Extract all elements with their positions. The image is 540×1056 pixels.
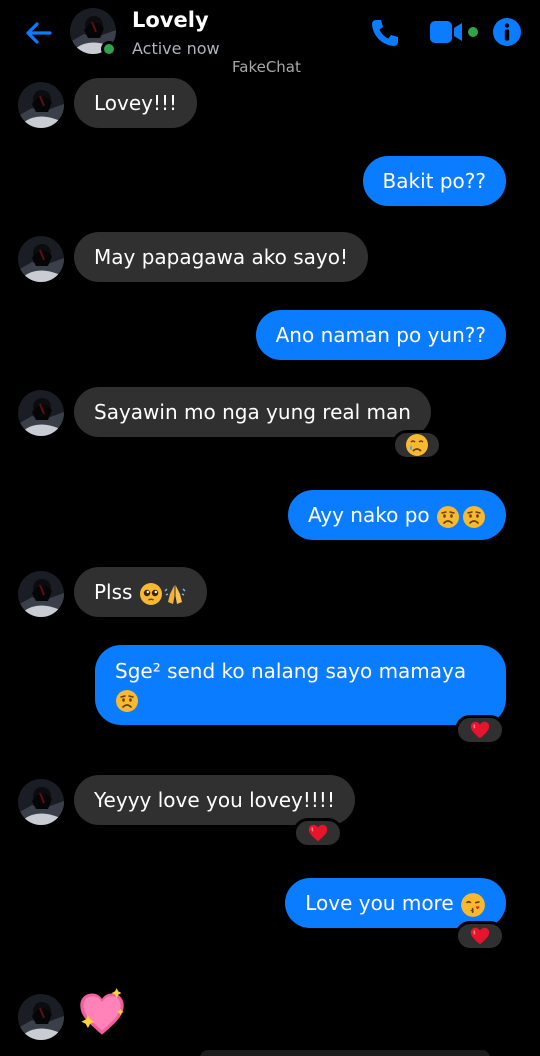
crying-face-icon	[405, 433, 429, 457]
cut-off-message	[200, 1050, 490, 1056]
online-indicator	[101, 41, 117, 57]
outgoing-message[interactable]: Bakit po??	[362, 156, 506, 206]
message-text: Lovey!!!	[94, 91, 178, 115]
worried-face-icon	[462, 505, 486, 529]
chat-header: Lovely Active now FakeChat	[0, 0, 540, 76]
back-arrow-icon[interactable]	[22, 16, 56, 50]
sender-avatar[interactable]	[18, 390, 64, 436]
message-reaction[interactable]	[293, 818, 343, 848]
message-reaction[interactable]	[455, 921, 505, 951]
worried-face-icon	[115, 689, 139, 713]
message-text: Plss	[94, 580, 133, 604]
worried-face-icon	[436, 505, 460, 529]
message-text: Ano naman po yun??	[275, 323, 486, 347]
contact-name[interactable]: Lovely	[132, 8, 209, 32]
phone-icon[interactable]	[368, 16, 402, 50]
pleading-face-icon	[139, 582, 163, 606]
folded-hands-icon	[163, 582, 187, 606]
sender-avatar[interactable]	[18, 571, 64, 617]
incoming-message[interactable]: May papagawa ako sayo!	[74, 232, 369, 282]
active-status: Active now	[132, 39, 220, 58]
message-text: Ayy nako po	[307, 503, 430, 527]
message-reaction[interactable]	[455, 715, 505, 745]
sparkling-heart-icon[interactable]	[76, 987, 128, 1039]
message-text: Yeyyy love you lovey!!!!	[94, 788, 335, 812]
incoming-message[interactable]: Sayawin mo nga yung real man	[74, 387, 431, 437]
sender-avatar[interactable]	[18, 779, 64, 825]
kissing-heart-face-icon	[460, 892, 486, 918]
outgoing-message[interactable]: Ayy nako po	[287, 490, 506, 540]
message-text: Sayawin mo nga yung real man	[94, 400, 411, 424]
red-heart-icon	[468, 925, 492, 947]
sender-avatar[interactable]	[18, 82, 64, 128]
video-call-icon[interactable]	[428, 18, 482, 46]
message-reaction[interactable]	[392, 430, 442, 460]
sender-avatar[interactable]	[18, 236, 64, 282]
incoming-message[interactable]: Plss	[74, 567, 207, 617]
sender-avatar[interactable]	[18, 994, 64, 1040]
message-text: Love you more	[305, 891, 454, 915]
red-heart-icon	[468, 719, 492, 741]
watermark: FakeChat	[232, 58, 301, 76]
red-heart-icon	[306, 822, 330, 844]
message-text: Sge² send ko nalang sayo mamaya	[115, 659, 467, 683]
outgoing-message[interactable]: Sge² send ko nalang sayo mamaya	[95, 645, 506, 725]
message-text: May papagawa ako sayo!	[94, 245, 349, 269]
incoming-message[interactable]: Lovey!!!	[74, 78, 198, 128]
message-text: Bakit po??	[382, 169, 486, 193]
info-icon[interactable]	[492, 17, 522, 47]
outgoing-message[interactable]: Ano naman po yun??	[255, 310, 506, 360]
